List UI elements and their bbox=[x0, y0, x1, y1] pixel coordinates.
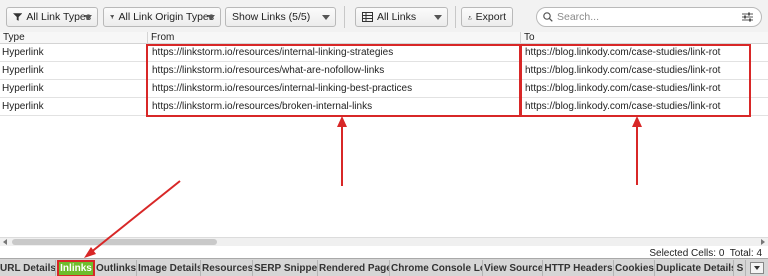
horizontal-scrollbar[interactable] bbox=[0, 237, 768, 246]
column-header-from[interactable]: From bbox=[148, 32, 521, 44]
table-row[interactable]: Hyperlink https://linkstorm.io/resources… bbox=[0, 80, 768, 98]
settings-sliders-icon[interactable] bbox=[742, 12, 753, 22]
filter-icon bbox=[110, 15, 115, 19]
tab-serp-snippet[interactable]: SERP Snippet bbox=[254, 260, 318, 276]
tab-resources[interactable]: Resources bbox=[202, 260, 253, 276]
tab-http-headers[interactable]: HTTP Headers bbox=[544, 260, 614, 276]
from-cell: https://linkstorm.io/resources/internal-… bbox=[152, 83, 413, 94]
all-links-label: All Links bbox=[377, 11, 417, 23]
type-cell: Hyperlink bbox=[2, 47, 44, 58]
search-box[interactable] bbox=[536, 7, 762, 27]
tab-duplicate-details[interactable]: Duplicate Details bbox=[656, 260, 734, 276]
tab-overflow[interactable]: S bbox=[735, 260, 746, 276]
tab-rendered-page[interactable]: Rendered Page bbox=[319, 260, 390, 276]
table-row[interactable]: Hyperlink https://linkstorm.io/resources… bbox=[0, 62, 768, 80]
from-cell: https://linkstorm.io/resources/internal-… bbox=[152, 47, 394, 58]
type-cell: Hyperlink bbox=[2, 65, 44, 76]
tab-inlinks[interactable]: Inlinks bbox=[57, 260, 95, 276]
type-cell: Hyperlink bbox=[2, 101, 44, 112]
table-header: Type From To bbox=[0, 32, 768, 44]
link-types-label: All Link Types bbox=[26, 11, 91, 23]
to-cell: https://blog.linkody.com/case-studies/li… bbox=[525, 65, 721, 76]
export-icon bbox=[468, 15, 472, 19]
chevron-down-icon bbox=[322, 15, 330, 20]
from-cell: https://linkstorm.io/resources/broken-in… bbox=[152, 101, 373, 112]
scroll-right-icon[interactable] bbox=[761, 239, 765, 245]
export-button[interactable]: Export bbox=[461, 7, 513, 27]
table-icon bbox=[362, 12, 373, 22]
column-header-type[interactable]: Type bbox=[0, 32, 148, 44]
show-links-dropdown[interactable]: Show Links (5/5) bbox=[225, 7, 336, 27]
link-types-dropdown[interactable]: All Link Types bbox=[6, 7, 98, 27]
to-cell: https://blog.linkody.com/case-studies/li… bbox=[525, 47, 721, 58]
table-row[interactable]: Hyperlink https://linkstorm.io/resources… bbox=[0, 44, 768, 62]
bottom-tab-bar: URL Details Inlinks Outlinks Image Detai… bbox=[0, 258, 768, 276]
toolbar-separator bbox=[344, 6, 345, 28]
chevron-down-icon bbox=[84, 15, 92, 20]
tab-outlinks[interactable]: Outlinks bbox=[96, 260, 137, 276]
all-links-dropdown[interactable]: All Links bbox=[355, 7, 448, 27]
link-origin-types-dropdown[interactable]: All Link Origin Types bbox=[103, 7, 221, 27]
show-links-label: Show Links (5/5) bbox=[232, 11, 311, 23]
toolbar-separator bbox=[455, 6, 456, 28]
chevron-down-icon bbox=[207, 15, 215, 20]
type-cell: Hyperlink bbox=[2, 83, 44, 94]
tab-view-source[interactable]: View Source bbox=[484, 260, 543, 276]
chevron-down-icon bbox=[434, 15, 442, 20]
from-cell: https://linkstorm.io/resources/what-are-… bbox=[152, 65, 385, 76]
link-origin-types-label: All Link Origin Types bbox=[118, 11, 214, 23]
tab-url-details[interactable]: URL Details bbox=[0, 260, 56, 276]
tab-image-details[interactable]: Image Details bbox=[138, 260, 201, 276]
inlinks-table: Type From To Hyperlink https://linkstorm… bbox=[0, 32, 768, 236]
chevron-down-icon bbox=[754, 266, 760, 270]
scroll-left-icon[interactable] bbox=[3, 239, 7, 245]
toolbar: All Link Types All Link Origin Types Sho… bbox=[0, 0, 768, 34]
tab-menu-button[interactable] bbox=[750, 262, 764, 274]
export-label: Export bbox=[475, 11, 506, 23]
filter-icon bbox=[13, 13, 23, 21]
table-row[interactable]: Hyperlink https://linkstorm.io/resources… bbox=[0, 98, 768, 116]
column-header-to[interactable]: To bbox=[521, 32, 768, 44]
search-icon bbox=[543, 12, 553, 22]
to-cell: https://blog.linkody.com/case-studies/li… bbox=[525, 101, 721, 112]
scrollbar-thumb[interactable] bbox=[12, 239, 217, 245]
to-cell: https://blog.linkody.com/case-studies/li… bbox=[525, 83, 721, 94]
search-input[interactable] bbox=[557, 11, 727, 23]
tab-cookies[interactable]: Cookies bbox=[615, 260, 655, 276]
tab-chrome-console-log[interactable]: Chrome Console Log bbox=[391, 260, 483, 276]
